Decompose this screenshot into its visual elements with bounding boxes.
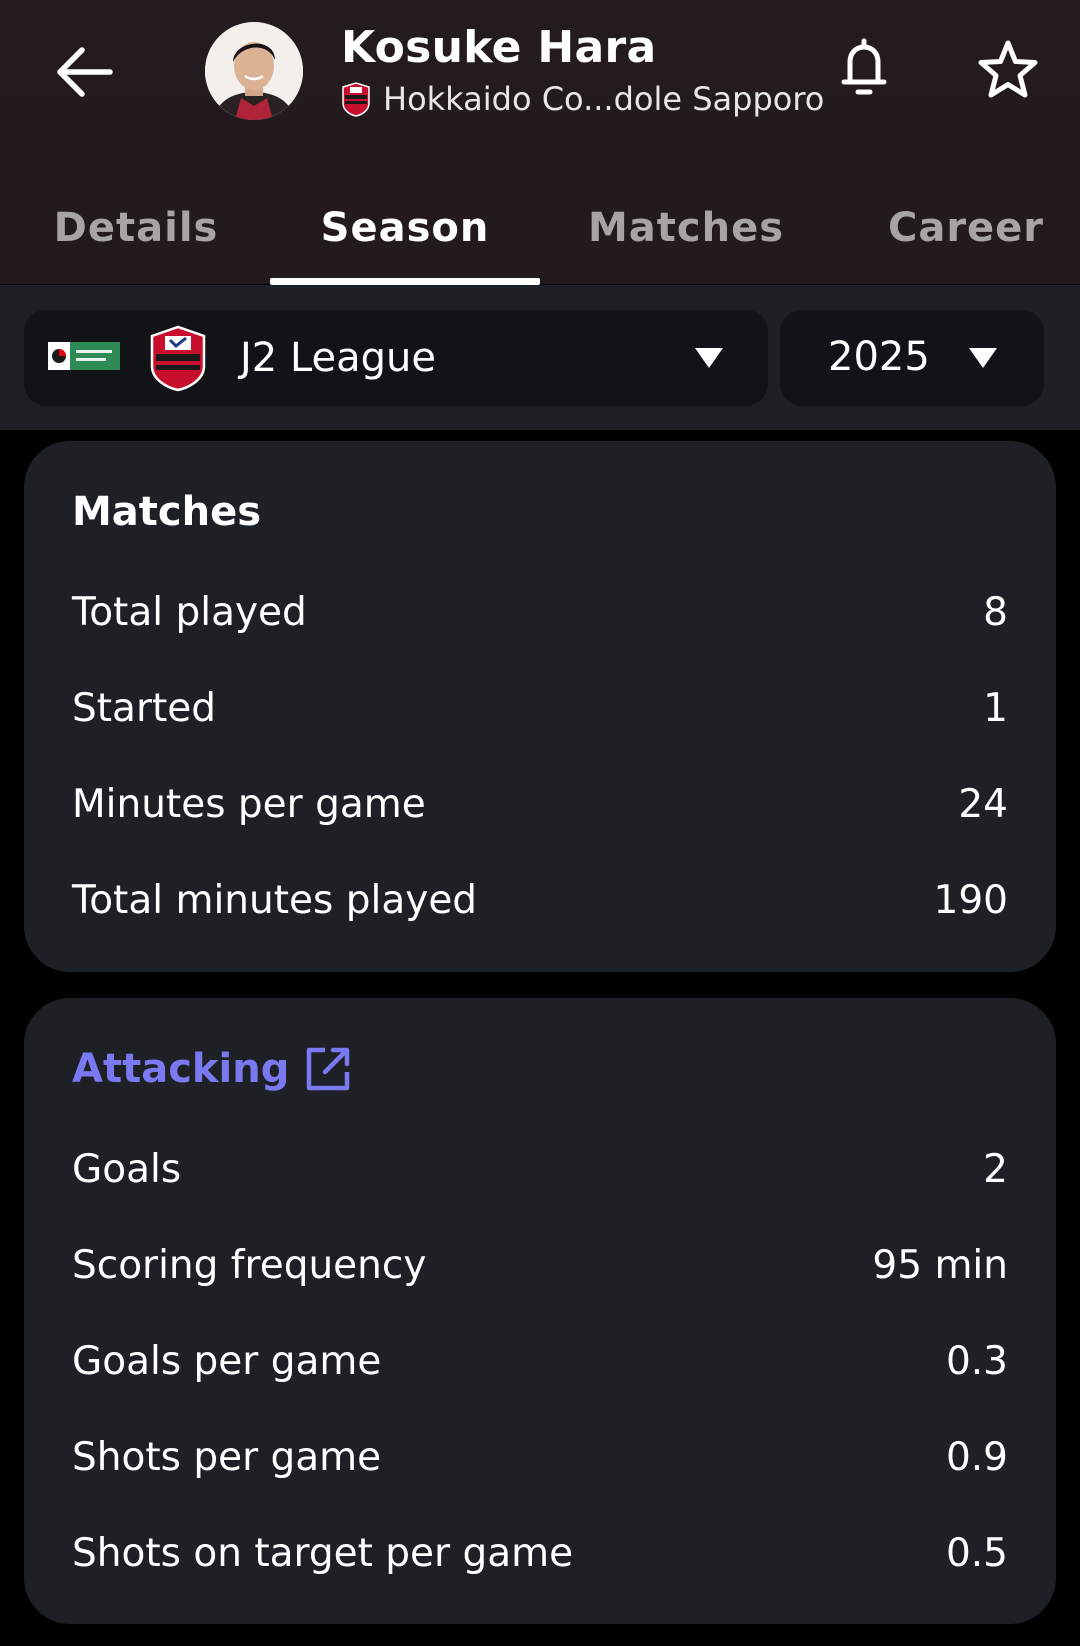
league-dropdown[interactable]: J2 League: [24, 310, 768, 406]
caret-down-icon: [969, 348, 997, 368]
stat-value: 1: [983, 685, 1008, 731]
player-header: Kosuke Hara Hokkaido Co...dole Sapporo D…: [0, 0, 1080, 285]
attacking-card-title[interactable]: Attacking: [72, 1046, 351, 1092]
attacking-title-text: Attacking: [72, 1046, 290, 1092]
stat-label: Shots per game: [72, 1434, 382, 1480]
league-logo-icon: [48, 342, 120, 370]
stat-label: Scoring frequency: [72, 1242, 427, 1288]
stat-row: Shots on target per game 0.5: [72, 1523, 1008, 1583]
stat-label: Goals: [72, 1146, 182, 1192]
stat-label: Goals per game: [72, 1338, 382, 1384]
stat-value: 190: [933, 877, 1008, 923]
external-link-icon: [307, 1047, 350, 1091]
stat-label: Total played: [72, 589, 307, 635]
stat-label: Minutes per game: [72, 781, 426, 827]
tab-career[interactable]: Career: [880, 188, 1052, 268]
back-arrow-icon: [57, 47, 113, 97]
stat-value: 95 min: [872, 1242, 1008, 1288]
app: Kosuke Hara Hokkaido Co...dole Sapporo D…: [0, 0, 1080, 1646]
stat-value: 0.5: [945, 1530, 1008, 1576]
filter-bar: J2 League 2025: [0, 285, 1080, 430]
stat-label: Started: [72, 685, 217, 731]
back-button[interactable]: [48, 36, 120, 108]
team-crest-icon: [342, 82, 370, 117]
caret-down-icon: [695, 348, 723, 368]
team-row[interactable]: Hokkaido Co...dole Sapporo: [341, 80, 824, 118]
active-tab-indicator: [270, 278, 540, 285]
stat-value: 0.9: [945, 1434, 1008, 1480]
matches-card-title: Matches: [72, 489, 262, 535]
tab-matches[interactable]: Matches: [580, 188, 792, 268]
stat-label: Shots on target per game: [72, 1530, 574, 1576]
stat-label: Total minutes played: [72, 877, 478, 923]
year-value: 2025: [828, 334, 930, 380]
tab-season[interactable]: Season: [270, 188, 540, 268]
attacking-card: Attacking Goals 2 Scoring frequency 95 m…: [24, 998, 1056, 1624]
stat-row: Goals per game 0.3: [72, 1331, 1008, 1391]
notifications-button[interactable]: [828, 32, 900, 104]
stat-value: 8: [983, 589, 1008, 635]
stat-row: Scoring frequency 95 min: [72, 1235, 1008, 1295]
stat-row: Started 1: [72, 678, 1008, 738]
star-icon: [978, 40, 1038, 98]
stat-row: Total minutes played 190: [72, 870, 1008, 930]
bell-icon: [841, 38, 887, 95]
tab-details[interactable]: Details: [40, 188, 232, 268]
stat-row: Shots per game 0.9: [72, 1427, 1008, 1487]
favorite-button[interactable]: [970, 32, 1046, 108]
team-name: Hokkaido Co...dole Sapporo: [383, 80, 825, 118]
tab-bar: Details Season Matches Career: [0, 176, 1080, 284]
player-avatar: [205, 22, 303, 120]
stat-value: 2: [983, 1146, 1008, 1192]
year-dropdown[interactable]: 2025: [780, 310, 1044, 406]
stat-value: 0.3: [945, 1338, 1008, 1384]
stat-row: Minutes per game 24: [72, 774, 1008, 834]
matches-card: Matches Total played 8 Started 1 Minutes…: [24, 441, 1056, 972]
league-name: J2 League: [240, 335, 437, 381]
stat-value: 24: [958, 781, 1008, 827]
team-crest-icon: [150, 325, 206, 392]
player-name: Kosuke Hara: [341, 22, 657, 73]
stat-row: Goals 2: [72, 1139, 1008, 1199]
stat-row: Total played 8: [72, 582, 1008, 642]
